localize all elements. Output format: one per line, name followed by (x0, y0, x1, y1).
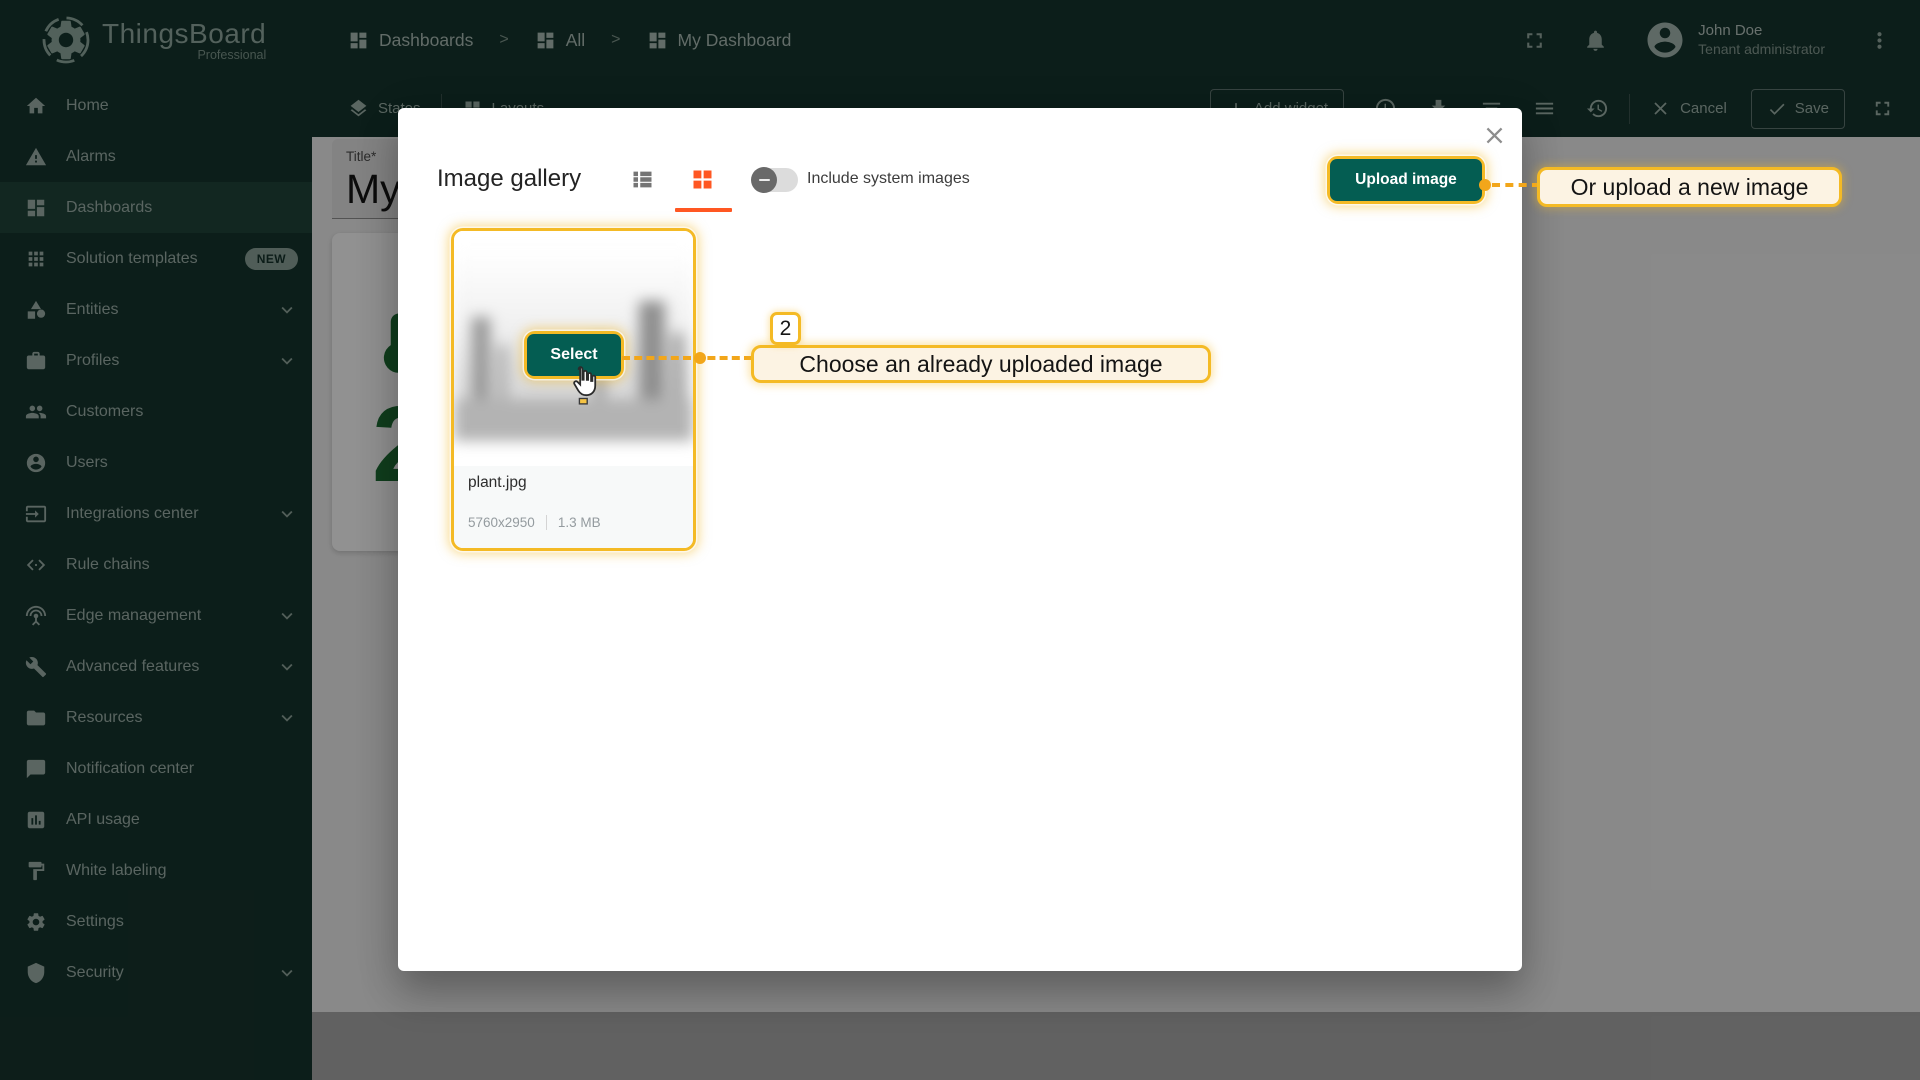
toggle-label: Include system images (807, 170, 970, 188)
annotation-step-badge: 2 (770, 312, 801, 345)
include-system-images-toggle[interactable] (752, 168, 798, 192)
image-resolution: 5760x2950 (468, 515, 535, 530)
divider (546, 515, 547, 530)
annotation-dot (694, 352, 706, 364)
annotation-connector (1492, 183, 1540, 187)
annotation-connector (622, 356, 752, 360)
list-view-icon[interactable] (629, 166, 656, 193)
active-tab-indicator (675, 208, 732, 212)
close-icon[interactable] (1481, 122, 1508, 149)
annotation-upload-label: Or upload a new image (1537, 167, 1842, 207)
image-gallery-dialog: Image gallery Include system images Uplo… (398, 108, 1522, 971)
image-card[interactable]: Select plant.jpg 5760x2950 1.3 MB (451, 228, 696, 551)
annotation-choose-label: Choose an already uploaded image (751, 345, 1211, 383)
upload-image-highlight: Upload image (1327, 156, 1485, 204)
dialog-title: Image gallery (437, 165, 581, 193)
thingsboard-app: ThingsBoard Professional Home Alarms Das… (0, 0, 1920, 1080)
image-card-body: Select plant.jpg 5760x2950 1.3 MB (454, 231, 693, 548)
annotation-dot (1479, 179, 1491, 191)
grid-view-icon[interactable] (689, 166, 716, 193)
hand-cursor-icon (565, 364, 601, 411)
image-filesize: 1.3 MB (558, 515, 601, 530)
upload-image-button[interactable]: Upload image (1330, 159, 1482, 201)
toggle-thumb (751, 167, 777, 193)
image-meta: 5760x2950 1.3 MB (468, 515, 601, 530)
image-filename: plant.jpg (468, 474, 527, 492)
